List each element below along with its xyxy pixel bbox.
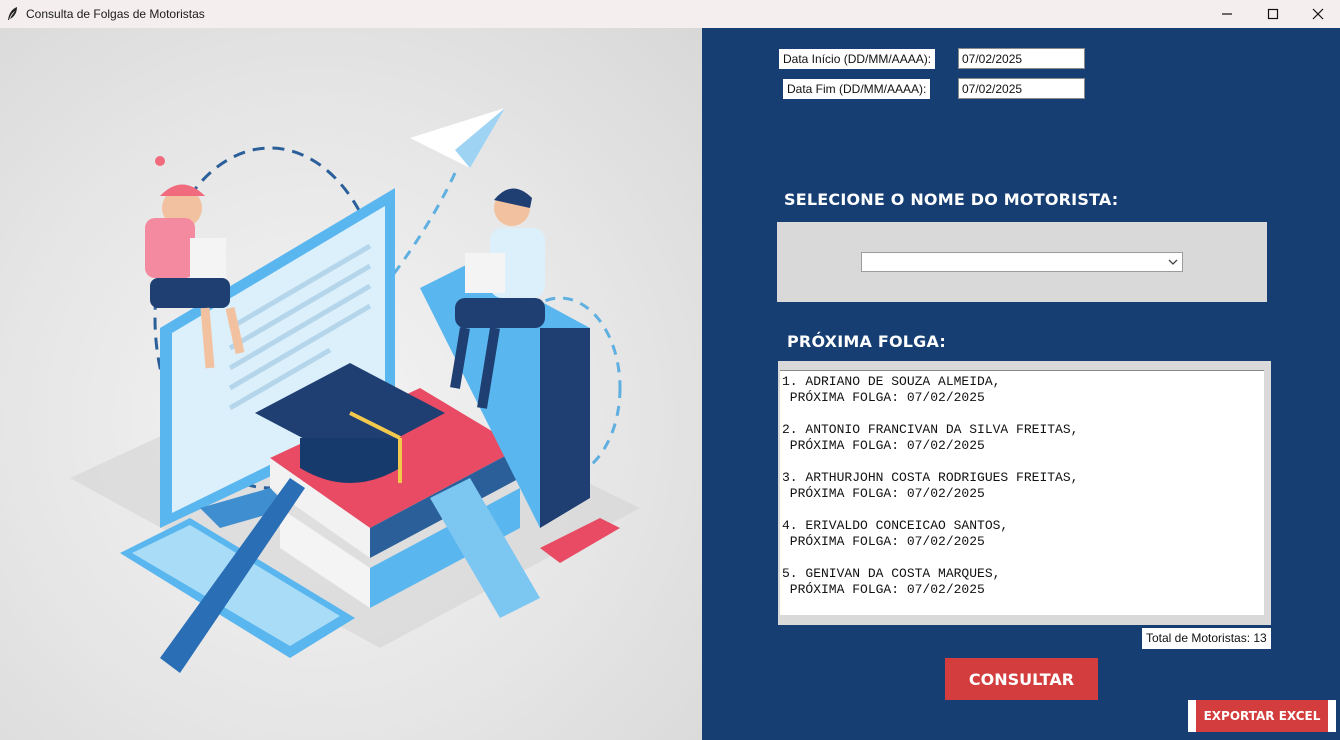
maximize-button[interactable]	[1250, 0, 1296, 28]
window-controls	[1204, 0, 1340, 28]
end-date-label: Data Fim (DD/MM/AAAA):	[783, 79, 931, 99]
next-off-date: PRÓXIMA FOLGA: 07/02/2025	[782, 582, 985, 597]
consultar-button[interactable]: CONSULTAR	[945, 658, 1098, 700]
title-bar: Consulta de Folgas de Motoristas	[0, 0, 1340, 28]
next-off-list[interactable]: 1. ADRIANO DE SOUZA ALMEIDA, PRÓXIMA FOL…	[780, 370, 1264, 615]
next-off-date: PRÓXIMA FOLGA: 07/02/2025	[782, 390, 985, 405]
minimize-button[interactable]	[1204, 0, 1250, 28]
list-item: 4. ERIVALDO CONCEICAO SANTOS, PRÓXIMA FO…	[782, 518, 1264, 550]
next-off-date: PRÓXIMA FOLGA: 07/02/2025	[782, 534, 985, 549]
next-off-title: PRÓXIMA FOLGA:	[787, 332, 946, 351]
export-excel-button[interactable]: EXPORTAR EXCEL	[1196, 700, 1328, 732]
next-off-list-frame: 1. ADRIANO DE SOUZA ALMEIDA, PRÓXIMA FOL…	[778, 361, 1271, 625]
next-off-date: PRÓXIMA FOLGA: 07/02/2025	[782, 438, 985, 453]
total-drivers-label: Total de Motoristas: 13	[1142, 628, 1271, 649]
list-item: 3. ARTHURJOHN COSTA RODRIGUES FREITAS, P…	[782, 470, 1264, 502]
close-icon	[1312, 8, 1324, 20]
list-item: 2. ANTONIO FRANCIVAN DA SILVA FREITAS, P…	[782, 422, 1264, 454]
window-title: Consulta de Folgas de Motoristas	[26, 7, 205, 21]
form-panel: Data Início (DD/MM/AAAA): Data Fim (DD/M…	[702, 28, 1340, 740]
close-button[interactable]	[1296, 0, 1340, 28]
driver-name: 1. ADRIANO DE SOUZA ALMEIDA,	[782, 374, 1001, 389]
chevron-down-icon	[1168, 259, 1178, 265]
driver-select-frame	[777, 222, 1267, 302]
next-off-date: PRÓXIMA FOLGA: 07/02/2025	[782, 486, 985, 501]
driver-dropdown[interactable]	[861, 252, 1183, 272]
start-date-field[interactable]	[958, 48, 1085, 69]
minimize-icon	[1222, 13, 1232, 15]
driver-name: 5. GENIVAN DA COSTA MARQUES,	[782, 566, 1001, 581]
start-date-label: Data Início (DD/MM/AAAA):	[779, 49, 936, 69]
driver-name: 2. ANTONIO FRANCIVAN DA SILVA FREITAS,	[782, 422, 1079, 437]
driver-name: 4. ERIVALDO CONCEICAO SANTOS,	[782, 518, 1009, 533]
education-illustration	[0, 28, 702, 740]
illustration-graphic	[70, 108, 640, 673]
select-driver-title: SELECIONE O NOME DO MOTORISTA:	[784, 190, 1119, 209]
feather-icon	[8, 7, 17, 20]
list-item: 5. GENIVAN DA COSTA MARQUES, PRÓXIMA FOL…	[782, 566, 1264, 598]
export-button-frame: EXPORTAR EXCEL	[1188, 700, 1336, 732]
maximize-icon	[1267, 8, 1279, 20]
end-date-field[interactable]	[958, 78, 1085, 99]
driver-name: 3. ARTHURJOHN COSTA RODRIGUES FREITAS,	[782, 470, 1079, 485]
list-item: 1. ADRIANO DE SOUZA ALMEIDA, PRÓXIMA FOL…	[782, 374, 1264, 406]
